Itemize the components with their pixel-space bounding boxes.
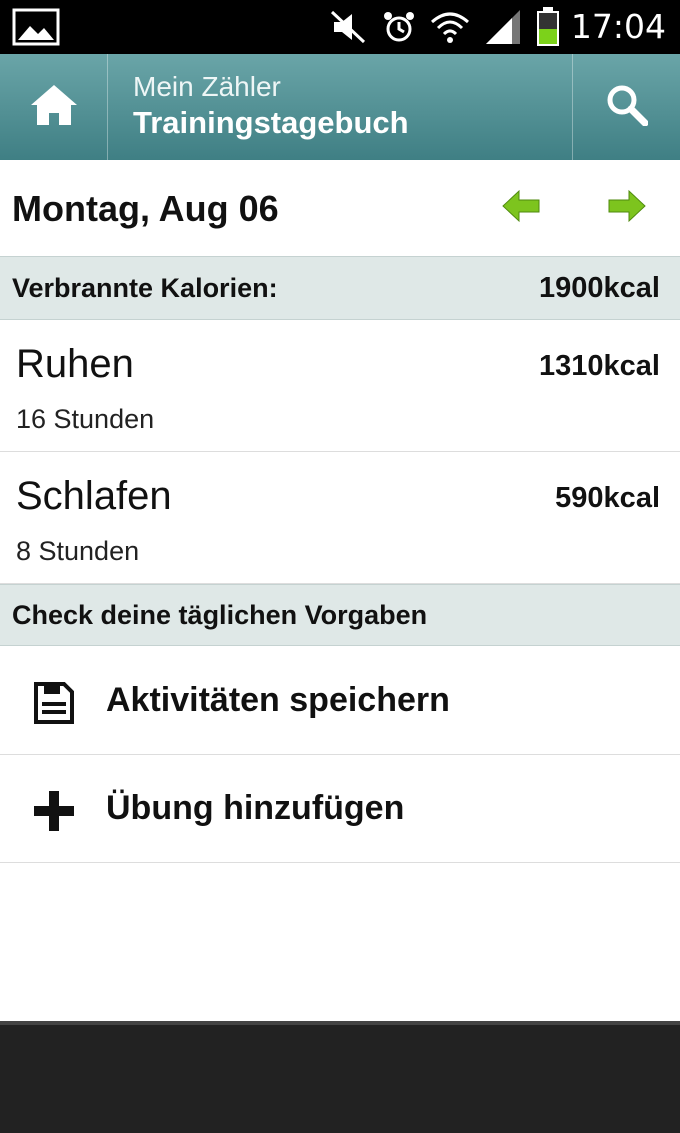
action-bar: Mein Zähler Trainingstagebuch [0, 54, 680, 160]
save-activities-label: Aktivitäten speichern [106, 681, 450, 719]
activity-calories: 1310kcal [539, 350, 660, 382]
mute-icon [328, 10, 368, 44]
search-button[interactable] [573, 54, 680, 160]
signal-icon [484, 8, 522, 46]
date-label: Montag, Aug 06 [12, 188, 279, 229]
date-row: Montag, Aug 06 [0, 160, 680, 256]
add-exercise-button[interactable]: Übung hinzufügen [0, 755, 680, 863]
app-subtitle: Mein Zähler [133, 71, 281, 102]
navigation-bar [0, 1021, 680, 1133]
activity-duration: 16 Stunden [16, 404, 155, 434]
arrow-right-icon [607, 189, 647, 228]
arrow-left-icon [501, 189, 541, 228]
activity-name: Ruhen [16, 342, 134, 386]
calories-summary: Verbrannte Kalorien: 1900kcal [0, 256, 680, 320]
battery-icon [536, 7, 560, 47]
save-activities-button[interactable]: Aktivitäten speichern [0, 647, 680, 755]
home-button[interactable] [0, 54, 107, 160]
clock-time: 17:04 [570, 7, 666, 46]
add-exercise-label: Übung hinzufügen [106, 789, 405, 827]
plus-icon [32, 789, 76, 833]
activity-name: Schlafen [16, 474, 172, 518]
next-day-button[interactable] [604, 188, 650, 228]
home-icon [29, 83, 79, 132]
calories-total: 1900kcal [539, 271, 660, 304]
status-bar: 17:04 [0, 0, 680, 54]
activity-calories: 590kcal [555, 482, 660, 514]
list-item[interactable]: Schlafen 8 Stunden 590kcal [0, 452, 680, 584]
gallery-icon [12, 8, 60, 46]
page-title: Trainingstagebuch [133, 105, 409, 140]
previous-day-button[interactable] [498, 188, 544, 228]
alarm-icon [382, 10, 416, 44]
wifi-icon [430, 10, 470, 44]
action-bar-divider [107, 54, 108, 160]
daily-goals-label: Check deine täglichen Vorgaben [12, 599, 428, 630]
action-bar-titles: Mein Zähler Trainingstagebuch [133, 70, 409, 142]
calories-label: Verbrannte Kalorien: [12, 272, 278, 303]
list-item[interactable]: Ruhen 16 Stunden 1310kcal [0, 320, 680, 452]
daily-goals-header[interactable]: Check deine täglichen Vorgaben [0, 584, 680, 646]
floppy-disk-icon [32, 681, 76, 725]
search-icon [606, 84, 648, 131]
activity-duration: 8 Stunden [16, 536, 140, 566]
